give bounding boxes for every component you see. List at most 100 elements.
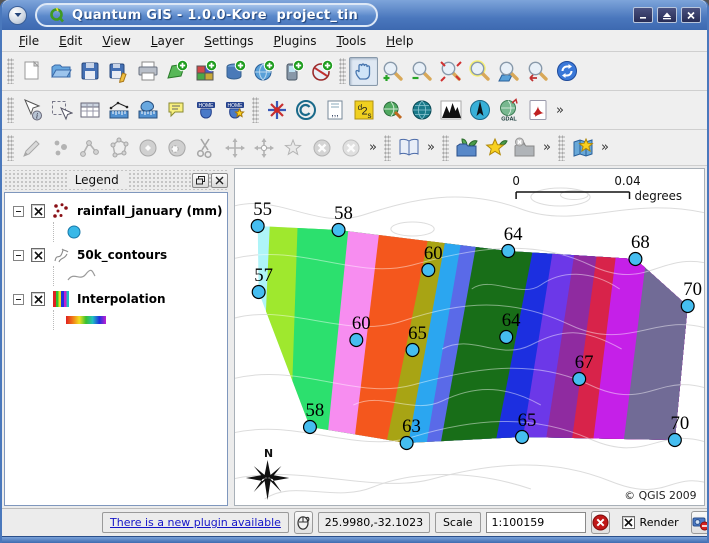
float-panel-button[interactable] — [192, 173, 209, 188]
plugins-overflow-chevron-icon[interactable]: » — [539, 140, 555, 155]
rainfall-point-marker[interactable] — [668, 434, 681, 447]
rainfall-point-marker[interactable] — [400, 437, 413, 450]
gdal-tools-button[interactable]: GDAL — [494, 96, 523, 125]
rainfall-point-marker[interactable] — [349, 334, 362, 347]
projection-plugin-button[interactable] — [407, 96, 436, 125]
terrain-profile-button[interactable] — [436, 96, 465, 125]
copyright-plugin-button[interactable] — [291, 96, 320, 125]
map-tips-button[interactable] — [162, 96, 191, 125]
mouse-position-toggle-button[interactable] — [294, 511, 313, 534]
toolbar-handle[interactable] — [558, 135, 565, 161]
compass-plugin-button[interactable] — [465, 96, 494, 125]
stop-rendering-button[interactable] — [591, 511, 610, 534]
menu-edit[interactable]: Edit — [50, 32, 91, 50]
save-project-button[interactable] — [75, 57, 104, 86]
save-project-as-button[interactable] — [104, 57, 133, 86]
legend-layer-interpolation[interactable]: Interpolation — [13, 290, 223, 308]
plugin-message-link[interactable]: There is a new plugin available — [110, 516, 281, 529]
minimize-button[interactable] — [633, 7, 653, 23]
menu-plugins[interactable]: Plugins — [265, 32, 326, 50]
digitize-overflow-chevron-icon[interactable]: » — [365, 140, 381, 155]
rainfall-point-marker[interactable] — [629, 253, 642, 266]
legend-layer-rainfall[interactable]: rainfall_january (mm) — [13, 202, 223, 220]
add-delimited-text-button[interactable]: ,,, — [320, 96, 349, 125]
ring-tool-button[interactable] — [133, 133, 162, 162]
plugin-star-button[interactable] — [481, 133, 510, 162]
collapse-icon[interactable] — [13, 294, 24, 305]
select-features-button[interactable] — [46, 96, 75, 125]
add-vector-layer-button[interactable] — [162, 57, 191, 86]
dxf2shape-converter-button[interactable]: d2s — [349, 96, 378, 125]
rainfall-point-marker[interactable] — [252, 286, 265, 299]
toolbar-handle[interactable] — [384, 135, 391, 161]
move-feature-button[interactable] — [220, 133, 249, 162]
toolbar-handle[interactable] — [7, 97, 14, 123]
move-vertex-button[interactable] — [249, 133, 278, 162]
toolbar-handle[interactable] — [442, 135, 449, 161]
rainfall-point-marker[interactable] — [499, 331, 512, 344]
menu-layer[interactable]: Layer — [142, 32, 193, 50]
toolbar-handle[interactable] — [7, 58, 14, 84]
plugin-message-box[interactable]: There is a new plugin available — [102, 512, 289, 533]
new-project-button[interactable] — [17, 57, 46, 86]
add-gpx-layer-button[interactable] — [278, 57, 307, 86]
menu-settings[interactable]: Settings — [195, 32, 262, 50]
close-button[interactable] — [681, 7, 701, 23]
composer-overflow-chevron-icon[interactable]: » — [597, 140, 613, 155]
add-raster-layer-button[interactable] — [191, 57, 220, 86]
split-features-button[interactable] — [191, 133, 220, 162]
rainfall-point-marker[interactable] — [303, 421, 316, 434]
zoom-to-selection-button[interactable] — [465, 57, 494, 86]
delete-vertex-button[interactable] — [307, 133, 336, 162]
capture-line-button[interactable] — [17, 133, 46, 162]
zoom-out-button[interactable] — [407, 57, 436, 86]
rainfall-point-marker[interactable] — [421, 264, 434, 277]
collapse-icon[interactable] — [13, 250, 24, 261]
close-panel-button[interactable] — [211, 173, 228, 188]
toolbar-handle[interactable] — [339, 58, 346, 84]
maximize-button[interactable] — [657, 7, 677, 23]
rainfall-point-marker[interactable] — [251, 220, 264, 233]
layer-checkbox-rainfall[interactable] — [31, 204, 45, 218]
export-pdf-button[interactable] — [523, 96, 552, 125]
render-checkbox[interactable] — [622, 516, 635, 529]
capture-point-button[interactable] — [46, 133, 75, 162]
capture-polyline-button[interactable] — [75, 133, 104, 162]
toolbar-handle[interactable] — [7, 135, 14, 161]
rainfall-point-marker[interactable] — [572, 373, 585, 386]
show-bookmarks-button[interactable]: HOME — [220, 96, 249, 125]
system-menu-button[interactable] — [8, 6, 27, 25]
geoprocessing-button[interactable] — [378, 96, 407, 125]
plugin-folder-button[interactable] — [452, 133, 481, 162]
open-attribute-table-button[interactable] — [75, 96, 104, 125]
menu-tools[interactable]: Tools — [328, 32, 376, 50]
zoom-in-button[interactable] — [378, 57, 407, 86]
add-wms-layer-button[interactable] — [249, 57, 278, 86]
help-contents-button[interactable] — [394, 133, 423, 162]
scale-input[interactable] — [486, 512, 586, 533]
menu-help[interactable]: Help — [377, 32, 422, 50]
print-composer-button[interactable] — [133, 57, 162, 86]
rainfall-point-marker[interactable] — [515, 431, 528, 444]
map-composer-button[interactable] — [568, 133, 597, 162]
star-tool-button[interactable] — [278, 133, 307, 162]
map-canvas[interactable]: 0 0.04 degrees N 55586064685770606564675… — [234, 168, 705, 506]
help-overflow-chevron-icon[interactable]: » — [423, 140, 439, 155]
add-postgis-layer-button[interactable] — [220, 57, 249, 86]
refresh-map-button[interactable] — [552, 57, 581, 86]
rainfall-point-marker[interactable] — [681, 300, 694, 313]
zoom-full-extent-button[interactable] — [436, 57, 465, 86]
toolbar-handle[interactable] — [252, 97, 259, 123]
menu-file[interactable]: File — [10, 32, 48, 50]
menu-view[interactable]: View — [93, 32, 139, 50]
delete-feature-button[interactable] — [336, 133, 365, 162]
measure-line-button[interactable] — [104, 96, 133, 125]
legend-layer-contours[interactable]: 50k_contours — [13, 246, 223, 264]
open-project-button[interactable] — [46, 57, 75, 86]
new-bookmark-button[interactable]: HOME — [191, 96, 220, 125]
zoom-last-button[interactable] — [523, 57, 552, 86]
rainfall-point-marker[interactable] — [406, 344, 419, 357]
measure-area-button[interactable] — [133, 96, 162, 125]
zoom-to-layer-button[interactable] — [494, 57, 523, 86]
pan-map-button[interactable] — [349, 57, 378, 86]
